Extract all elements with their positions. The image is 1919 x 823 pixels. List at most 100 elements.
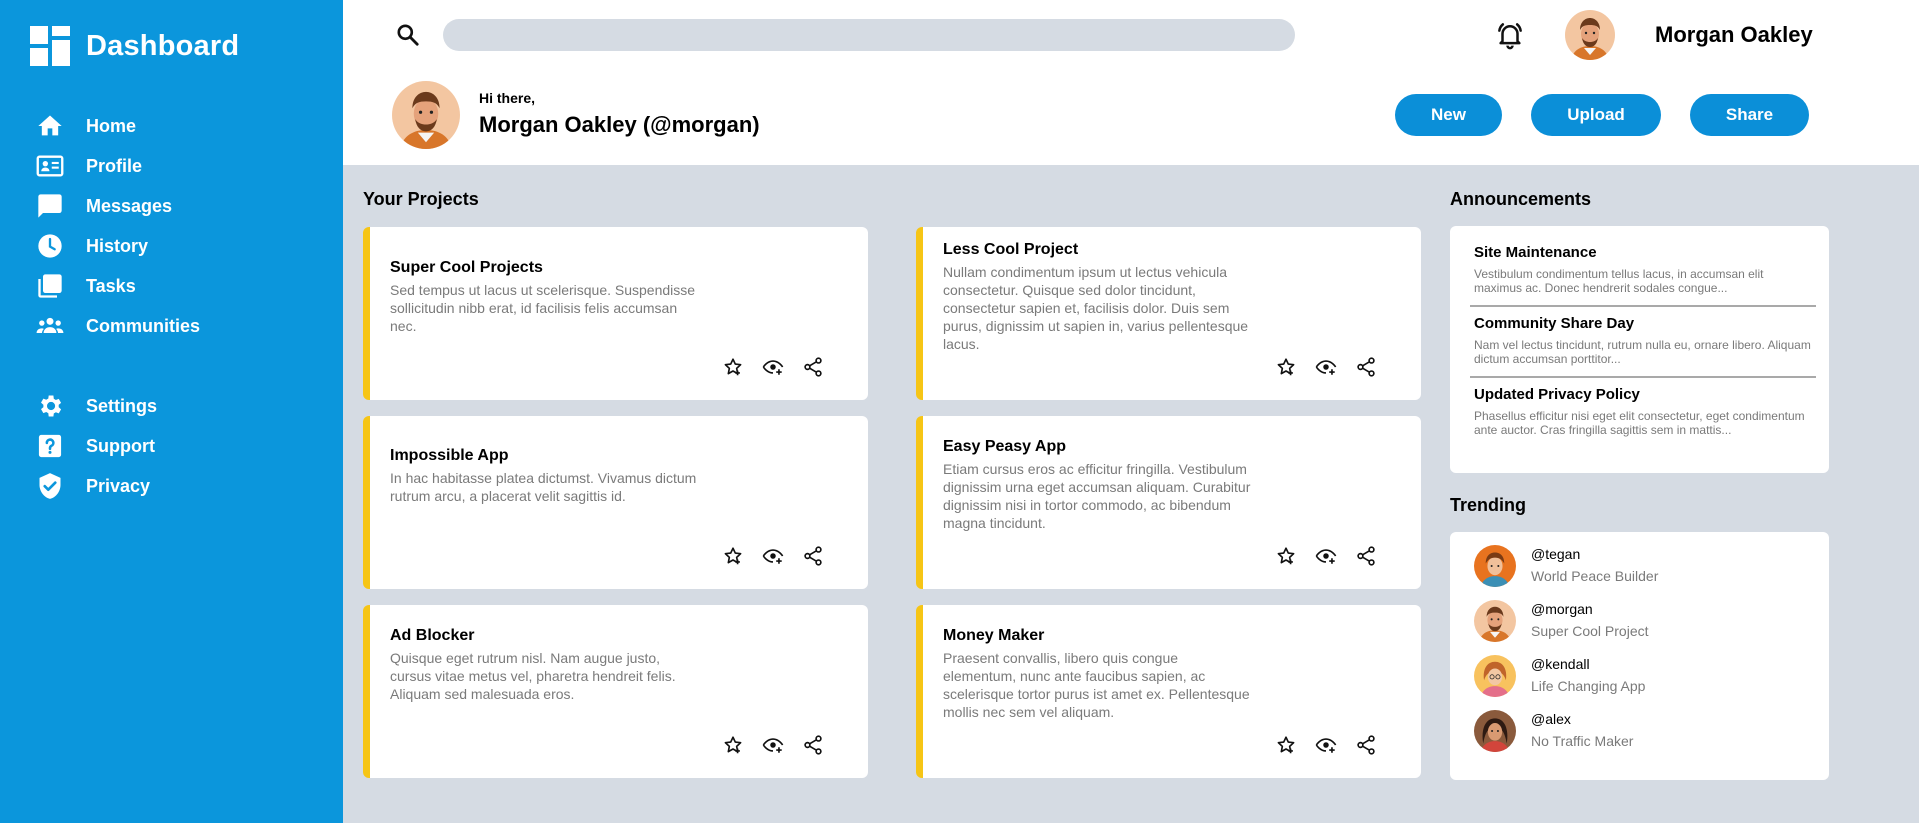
share-icon[interactable] <box>1354 355 1378 379</box>
sidebar-item-label: Profile <box>86 155 143 176</box>
project-description: Praesent convallis, libero quis congue e… <box>943 650 1250 720</box>
people-icon <box>36 312 64 340</box>
trending-item[interactable]: @kendall Life Changing App <box>1474 655 1804 699</box>
project-actions <box>721 355 841 379</box>
watch-icon[interactable] <box>1314 544 1338 568</box>
trending-handle: @tegan <box>1531 546 1581 562</box>
sidebar-item-history[interactable]: History <box>36 231 148 261</box>
announcement-text: Nam vel lectus tincidunt, rutrum nulla e… <box>1474 338 1811 366</box>
profile-avatar <box>392 81 460 149</box>
watch-icon[interactable] <box>1314 355 1338 379</box>
search-input[interactable] <box>443 19 1295 51</box>
project-title: Money Maker <box>943 627 1045 644</box>
sidebar-item-communities[interactable]: Communities <box>36 311 200 341</box>
watch-icon[interactable] <box>1314 733 1338 757</box>
home-icon <box>36 112 64 140</box>
header-username[interactable]: Morgan Oakley <box>1655 22 1813 48</box>
trending-item[interactable]: @tegan World Peace Builder <box>1474 545 1804 589</box>
project-actions <box>721 733 841 757</box>
sidebar-item-label: Home <box>86 115 137 136</box>
star-icon[interactable] <box>1274 544 1298 568</box>
greeting-text: Hi there, <box>479 90 536 106</box>
project-description: In hac habitasse platea dictumst. Vivamu… <box>390 470 697 504</box>
share-icon[interactable] <box>801 355 825 379</box>
project-card[interactable]: Super Cool Projects Sed tempus ut lacus … <box>363 227 868 400</box>
trending-project: No Traffic Maker <box>1531 733 1634 749</box>
sidebar-item-home[interactable]: Home <box>36 111 136 141</box>
projects-title: Your Projects <box>363 189 479 209</box>
message-icon <box>36 192 64 220</box>
profile-name: Morgan Oakley (@morgan) <box>479 112 760 137</box>
sidebar-item-label: History <box>86 235 149 256</box>
announcement-title: Community Share Day <box>1474 315 1635 332</box>
sidebar-item-label: Settings <box>86 395 158 416</box>
documents-icon <box>36 272 64 300</box>
bell-icon[interactable] <box>1495 20 1525 50</box>
avatar <box>1474 710 1516 752</box>
project-title: Super Cool Projects <box>390 259 543 276</box>
project-actions <box>1274 733 1394 757</box>
sidebar-item-label: Tasks <box>86 275 136 296</box>
trending-handle: @alex <box>1531 711 1571 727</box>
trending-title: Trending <box>1450 495 1526 515</box>
star-icon[interactable] <box>1274 733 1298 757</box>
upload-button[interactable]: Upload <box>1531 94 1661 136</box>
project-description: Sed tempus ut lacus ut scelerisque. Susp… <box>390 282 696 334</box>
sidebar-item-support[interactable]: Support <box>36 431 155 461</box>
sidebar-item-profile[interactable]: Profile <box>36 151 142 181</box>
project-card[interactable]: Less Cool Project Nullam condimentum ips… <box>916 227 1421 400</box>
app-title: Dashboard <box>86 29 240 62</box>
trending-handle: @morgan <box>1531 601 1593 617</box>
star-icon[interactable] <box>721 733 745 757</box>
share-icon[interactable] <box>801 733 825 757</box>
project-description: Etiam cursus eros ac efficitur fringilla… <box>943 461 1251 531</box>
clock-icon <box>36 232 64 260</box>
divider <box>1470 376 1816 378</box>
project-card[interactable]: Ad Blocker Quisque eget rutrum nisl. Nam… <box>363 605 868 778</box>
project-card[interactable]: Easy Peasy App Etiam cursus eros ac effi… <box>916 416 1421 589</box>
project-title: Impossible App <box>390 447 509 464</box>
announcement-item[interactable]: Site Maintenance Vestibulum condimentum … <box>1474 244 1812 295</box>
announcement-title: Site Maintenance <box>1474 244 1597 261</box>
project-card[interactable]: Impossible App In hac habitasse platea d… <box>363 416 868 589</box>
trending-project: World Peace Builder <box>1531 568 1659 584</box>
trending-item[interactable]: @morgan Super Cool Project <box>1474 600 1804 644</box>
announcement-text: Phasellus efficitur nisi eget elit conse… <box>1474 409 1805 437</box>
announcement-text: Vestibulum condimentum tellus lacus, in … <box>1474 267 1764 295</box>
watch-icon[interactable] <box>761 355 785 379</box>
announcements-title: Announcements <box>1450 189 1592 209</box>
search-icon[interactable] <box>395 22 421 48</box>
announcement-item[interactable]: Community Share Day Nam vel lectus tinci… <box>1474 315 1812 366</box>
dashboard-logo-icon <box>30 26 70 66</box>
project-card[interactable]: Money Maker Praesent convallis, libero q… <box>916 605 1421 778</box>
brand[interactable]: Dashboard <box>30 26 239 66</box>
project-title: Ad Blocker <box>390 627 475 644</box>
avatar <box>1474 655 1516 697</box>
share-icon[interactable] <box>801 544 825 568</box>
star-icon[interactable] <box>721 544 745 568</box>
watch-icon[interactable] <box>761 544 785 568</box>
profile-card-icon <box>36 152 64 180</box>
watch-icon[interactable] <box>761 733 785 757</box>
announcement-item[interactable]: Updated Privacy Policy Phasellus efficit… <box>1474 386 1812 437</box>
sidebar-item-tasks[interactable]: Tasks <box>36 271 136 301</box>
star-icon[interactable] <box>1274 355 1298 379</box>
star-icon[interactable] <box>721 355 745 379</box>
share-icon[interactable] <box>1354 544 1378 568</box>
sidebar-item-messages[interactable]: Messages <box>36 191 172 221</box>
sidebar-item-privacy[interactable]: Privacy <box>36 471 150 501</box>
trending-item[interactable]: @alex No Traffic Maker <box>1474 710 1804 754</box>
new-button[interactable]: New <box>1395 94 1502 136</box>
share-icon[interactable] <box>1354 733 1378 757</box>
sidebar-item-settings[interactable]: Settings <box>36 391 157 421</box>
sidebar-item-label: Communities <box>86 315 201 336</box>
avatar <box>1474 600 1516 642</box>
avatar[interactable] <box>1565 10 1615 60</box>
sidebar-item-label: Messages <box>86 195 173 216</box>
trending-project: Life Changing App <box>1531 678 1646 694</box>
gear-icon <box>36 392 64 420</box>
sidebar-item-label: Privacy <box>86 475 151 496</box>
project-description: Nullam condimentum ipsum ut lectus vehic… <box>943 264 1249 352</box>
share-button[interactable]: Share <box>1690 94 1809 136</box>
sidebar: Dashboard Home Profile Messages History … <box>0 0 343 823</box>
